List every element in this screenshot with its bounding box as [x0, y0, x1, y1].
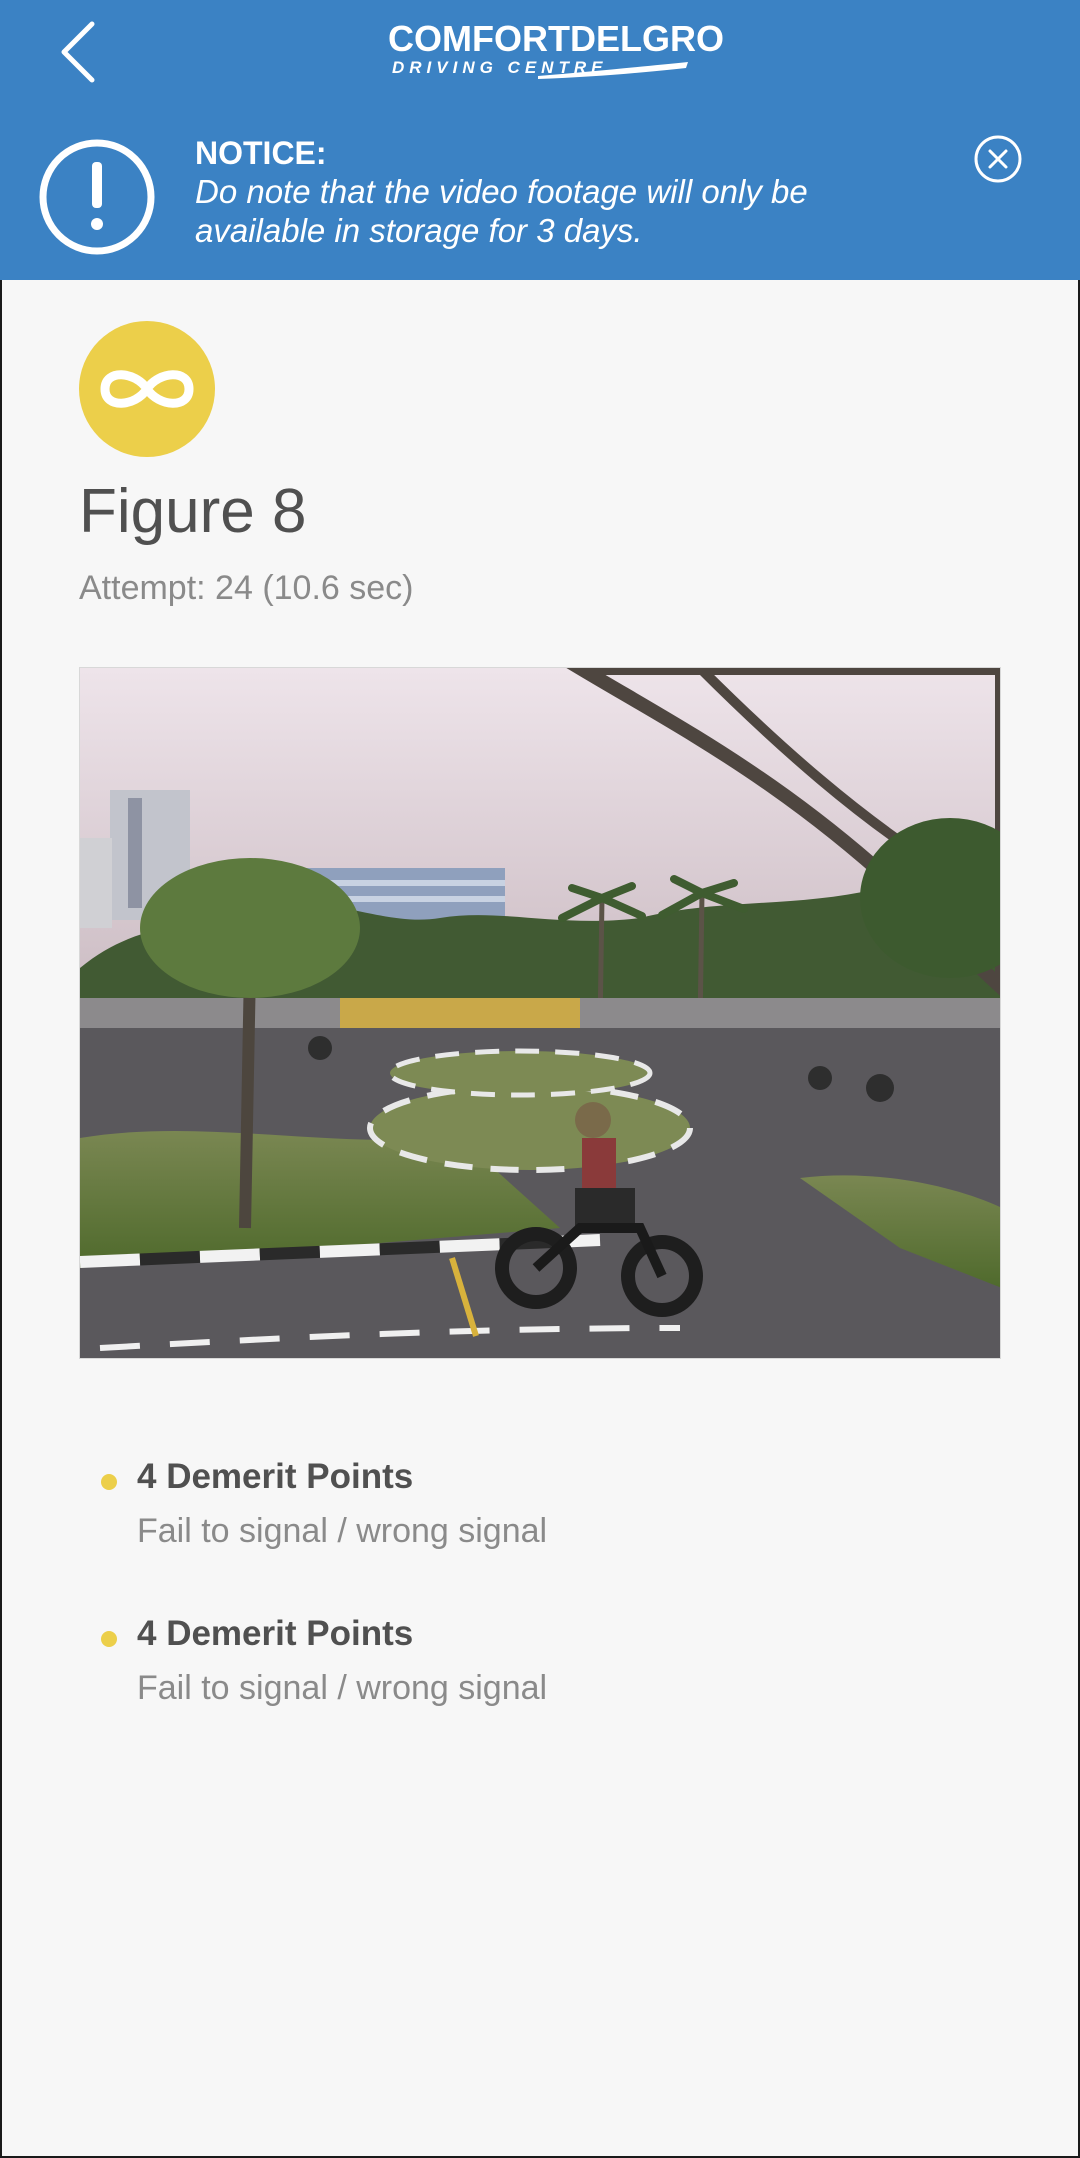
- notice-message: Do note that the video footage will only…: [195, 173, 808, 249]
- exclamation-circle-icon: [39, 139, 155, 255]
- brand-logo: COMFORTDELGRO DRIVING CENTRE: [388, 18, 724, 80]
- attempt-info: Attempt: 24 (10.6 sec): [79, 569, 414, 607]
- demerit-reason: Fail to signal / wrong signal: [137, 1669, 548, 1707]
- close-circle-icon[interactable]: [973, 134, 1023, 184]
- bullet-dot-icon: [101, 1631, 117, 1647]
- video-thumbnail: [80, 668, 1000, 1358]
- infinity-icon: [100, 370, 194, 408]
- video-player[interactable]: [79, 667, 1001, 1359]
- logo-main-text: COMFORTDELGRO: [388, 18, 724, 59]
- logo-swoosh-icon: [538, 62, 688, 79]
- test-badge: [79, 321, 215, 457]
- demerit-points: 4 Demerit Points: [137, 1457, 414, 1496]
- back-button[interactable]: [48, 16, 108, 88]
- page-title: Figure 8: [79, 477, 307, 546]
- demerit-points: 4 Demerit Points: [137, 1614, 414, 1653]
- notice-title: NOTICE:: [195, 135, 327, 171]
- app-header: COMFORTDELGRO DRIVING CENTRE NOTICE: Do …: [0, 0, 1080, 280]
- chevron-left-icon: [61, 21, 95, 83]
- frame-edge-left: [0, 280, 2, 2158]
- bullet-dot-icon: [101, 1474, 117, 1490]
- demerit-reason: Fail to signal / wrong signal: [137, 1512, 548, 1550]
